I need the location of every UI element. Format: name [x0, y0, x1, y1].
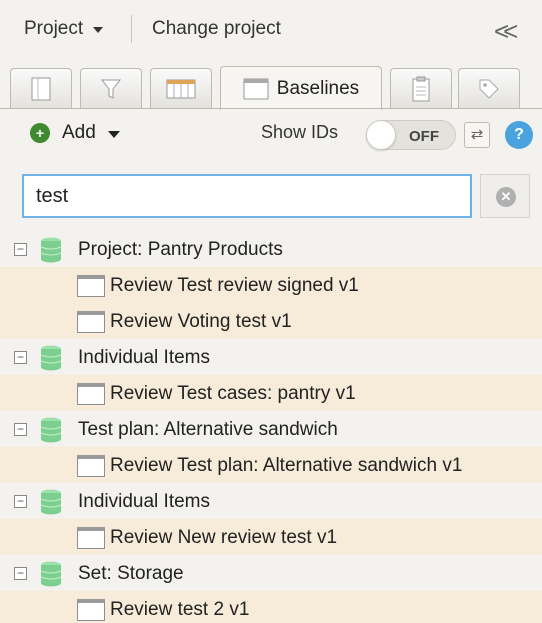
toggle-state: OFF [409, 128, 439, 145]
tree-item-row[interactable]: Review New review test v1 [0, 519, 542, 555]
show-ids-toggle[interactable]: OFF [366, 120, 456, 150]
filter-icon [100, 79, 122, 99]
project-menu[interactable]: Project [24, 18, 104, 40]
database-icon [40, 345, 62, 371]
search-clear-button[interactable]: ✕ [480, 174, 530, 218]
chevron-down-icon [93, 27, 104, 33]
collapse-toggle-icon[interactable]: − [14, 243, 27, 256]
tab-filter[interactable] [80, 68, 142, 108]
tree-item-label: Review New review test v1 [110, 527, 338, 548]
collapse-toggle-icon[interactable]: − [14, 495, 27, 508]
tree-group-row[interactable]: − Project: Pantry Products [0, 231, 542, 267]
tab-baselines-label: Baselines [276, 77, 360, 99]
database-icon [40, 489, 62, 515]
clear-icon: ✕ [496, 187, 516, 207]
header-divider [131, 15, 132, 43]
collapse-panel-icon[interactable]: << [494, 16, 519, 47]
swap-icon[interactable]: ⇄ [464, 122, 490, 148]
chevron-down-icon [107, 130, 120, 138]
tree-group-label: Test plan: Alternative sandwich [78, 419, 338, 440]
database-icon [40, 561, 62, 587]
tree-item-label: Review Test review signed v1 [110, 275, 359, 296]
clipboard-icon [412, 76, 430, 101]
search-input[interactable] [22, 174, 472, 218]
tree-item-label: Review test 2 v1 [110, 599, 250, 620]
tree-group-label: Individual Items [78, 347, 211, 368]
database-icon [40, 417, 62, 443]
baseline-icon [77, 599, 105, 621]
tree-item-row[interactable]: Review Test cases: pantry v1 [0, 375, 542, 411]
tab-bar: Baselines [0, 64, 542, 110]
tree-item-row[interactable]: Review Test review signed v1 [0, 267, 542, 303]
tab-panel[interactable] [10, 68, 72, 108]
grid-icon [166, 79, 196, 98]
panel-header: Project Change project << [0, 0, 542, 58]
tree-group-row[interactable]: − Individual Items [0, 339, 542, 375]
add-button[interactable]: + Add [30, 122, 120, 144]
plus-icon: + [30, 123, 50, 143]
tab-tags[interactable] [458, 68, 520, 108]
tabs-divider [0, 108, 542, 109]
tree-item-label: Review Test plan: Alternative sandwich v… [110, 455, 463, 476]
baseline-icon [77, 311, 105, 333]
baseline-icon [243, 78, 269, 99]
collapse-toggle-icon[interactable]: − [14, 423, 27, 436]
tree-group-row[interactable]: − Individual Items [0, 483, 542, 519]
tab-grid[interactable] [150, 68, 212, 108]
tree-group-label: Set: Storage [78, 563, 184, 584]
baseline-icon [77, 383, 105, 405]
panel-icon [31, 77, 51, 100]
change-project-link[interactable]: Change project [152, 18, 281, 40]
tree-item-label: Review Test cases: pantry v1 [110, 383, 356, 404]
tag-icon [479, 79, 499, 99]
baseline-icon [77, 455, 105, 477]
toggle-knob [366, 120, 396, 150]
baseline-icon [77, 527, 105, 549]
tree-group-row[interactable]: − Test plan: Alternative sandwich [0, 411, 542, 447]
show-ids-label: Show IDs [261, 122, 339, 142]
tree-item-label: Review Voting test v1 [110, 311, 292, 332]
tab-baselines[interactable]: Baselines [220, 66, 382, 110]
collapse-toggle-icon[interactable]: − [14, 351, 27, 364]
tree-group-row[interactable]: − Set: Storage [0, 555, 542, 591]
tree-group-label: Individual Items [78, 491, 211, 512]
tab-clipboard[interactable] [390, 68, 452, 108]
baseline-icon [77, 275, 105, 297]
tree-item-row[interactable]: Review Test plan: Alternative sandwich v… [0, 447, 542, 483]
help-icon[interactable]: ? [505, 121, 533, 149]
search-bar: ✕ [22, 174, 530, 218]
collapse-toggle-icon[interactable]: − [14, 567, 27, 580]
project-menu-label: Project [24, 18, 84, 39]
tree-group-label: Project: Pantry Products [78, 239, 283, 260]
toolbar: + Add Show IDs OFF ⇄ ? [0, 112, 542, 156]
tree-item-row[interactable]: Review Voting test v1 [0, 303, 542, 339]
add-button-label: Add [62, 122, 96, 143]
database-icon [40, 237, 62, 263]
tree-item-row[interactable]: Review test 2 v1 [0, 591, 542, 623]
